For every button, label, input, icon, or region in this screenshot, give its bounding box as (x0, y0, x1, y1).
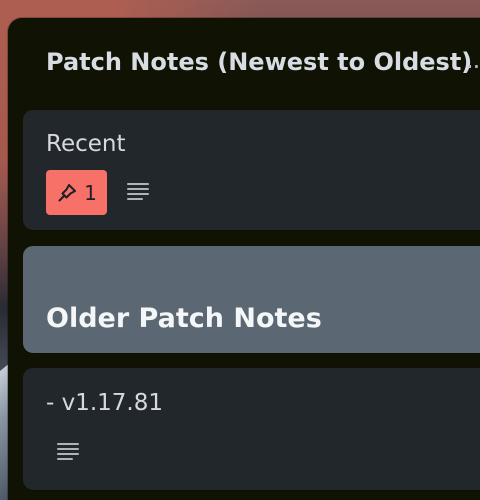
badge-count: 1 (84, 180, 97, 205)
pin-badge[interactable]: 1 (46, 170, 107, 215)
more-horizontal-icon[interactable]: ·· (466, 55, 480, 79)
card-title: Recent (46, 131, 126, 157)
pin-icon (56, 182, 78, 204)
trello-list: Patch Notes (Newest to Oldest) ·· Recent… (8, 18, 480, 500)
description-icon (127, 183, 151, 201)
description-icon (57, 443, 81, 461)
card-title: Older Patch Notes (46, 303, 322, 334)
card-v1-17-81[interactable]: - v1.17.81 (23, 368, 480, 490)
card-older-patch-notes[interactable]: Older Patch Notes (23, 246, 480, 353)
card-title: - v1.17.81 (46, 390, 164, 416)
list-title[interactable]: Patch Notes (Newest to Oldest) (46, 48, 472, 76)
list-header: Patch Notes (Newest to Oldest) ·· (8, 18, 480, 110)
card-recent[interactable]: Recent 1 (23, 110, 480, 230)
desktop-background: Patch Notes (Newest to Oldest) ·· Recent… (0, 0, 480, 500)
